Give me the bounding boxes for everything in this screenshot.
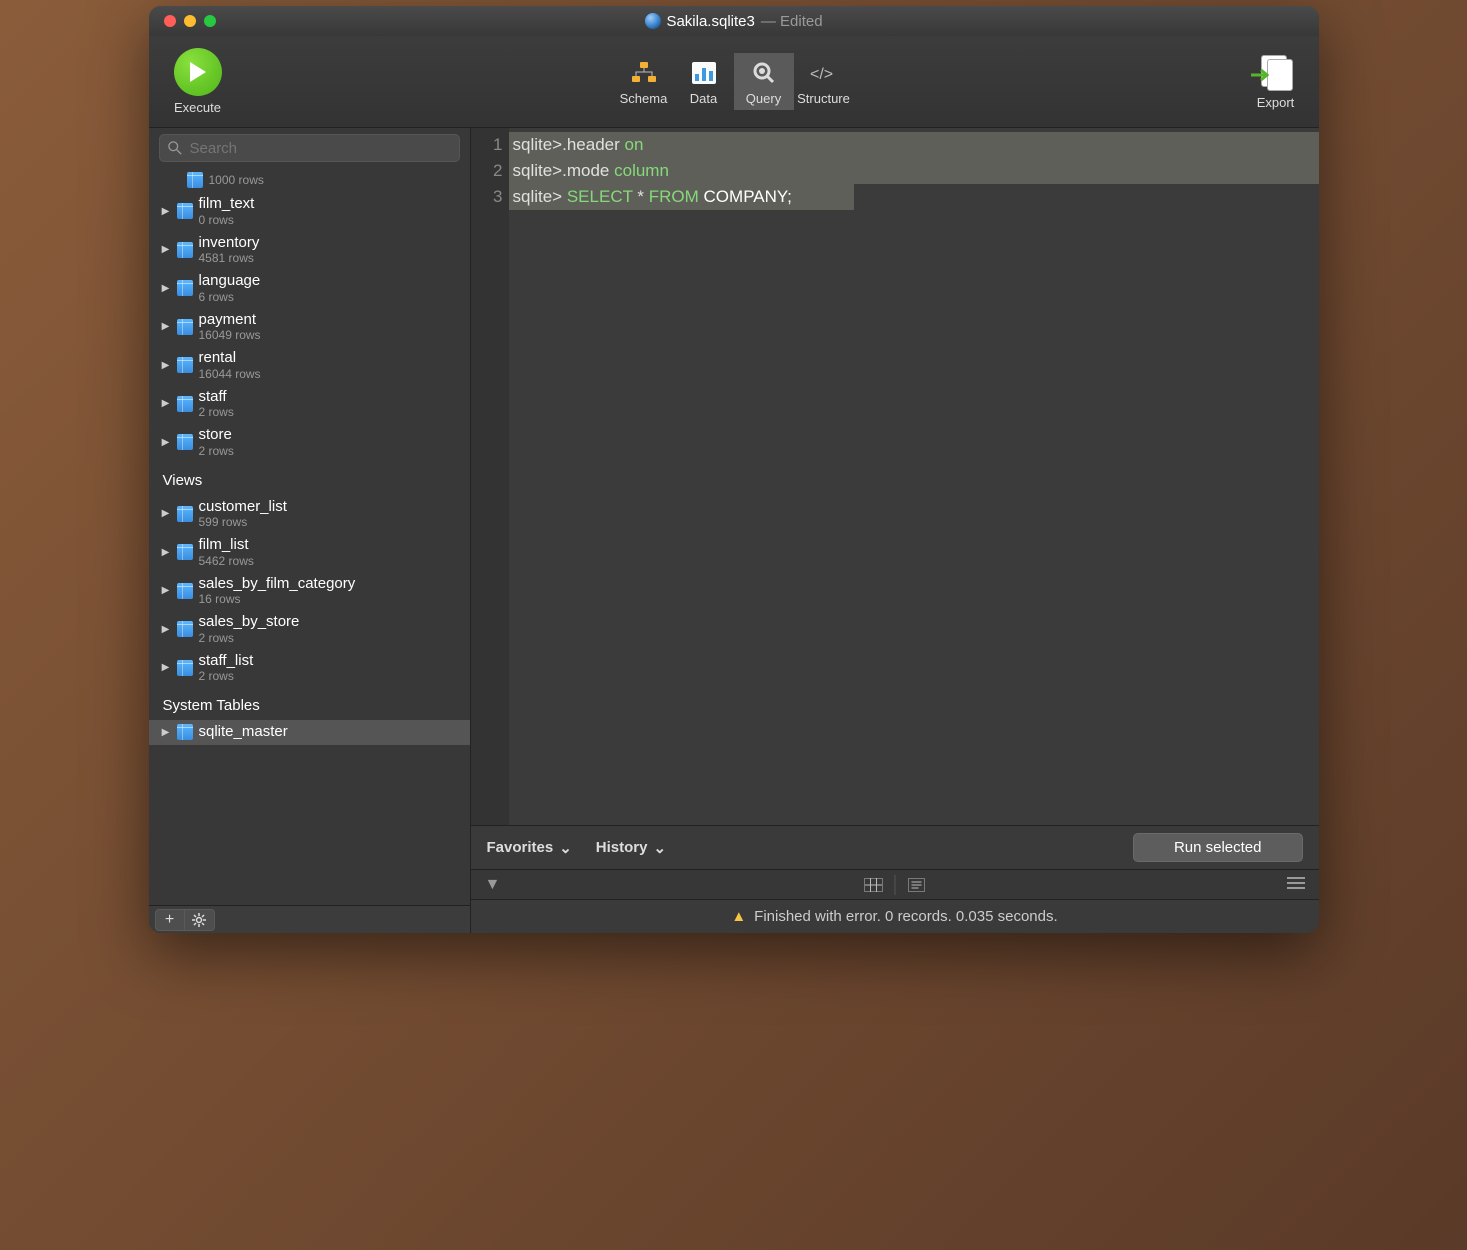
sidebar-item-customer_list[interactable]: ▶ customer_list599 rows [149,495,470,534]
data-icon [690,59,718,87]
settings-button[interactable] [185,909,215,931]
minimize-window-button[interactable] [184,15,196,27]
run-selected-button[interactable]: Run selected [1133,833,1303,862]
sidebar-item-staff[interactable]: ▶ staff2 rows [149,385,470,424]
chevron-down-icon: ⌄ [653,839,666,857]
sidebar-item-sqlite_master[interactable]: ▶ sqlite_master [149,720,470,745]
favorites-dropdown[interactable]: Favorites⌄ [487,839,572,857]
sidebar-item-film_text[interactable]: ▶ film_text0 rows [149,192,470,231]
system-tables-header: System Tables [149,687,470,720]
add-button[interactable]: + [155,909,185,931]
execute-button[interactable] [174,48,222,96]
disclosure-icon[interactable]: ▶ [161,206,171,216]
table-icon [177,319,193,335]
view-structure[interactable]: </> Structure [794,53,854,110]
results-disclosure[interactable]: ▼ [485,876,501,894]
export-icon [1255,53,1297,91]
disclosure-icon[interactable]: ▶ [161,624,171,634]
history-dropdown[interactable]: History⌄ [596,839,666,857]
sidebar-item-staff_list[interactable]: ▶ staff_list2 rows [149,649,470,688]
window-subtitle: — Edited [761,13,823,30]
disclosure-icon[interactable]: ▶ [161,586,171,596]
sidebar-item-inventory[interactable]: ▶ inventory4581 rows [149,231,470,270]
view-schema[interactable]: Schema [614,53,674,110]
table-icon [187,172,203,188]
view-data[interactable]: Data [674,53,734,110]
sidebar-item-rental[interactable]: ▶ rental16044 rows [149,346,470,385]
execute-label: Execute [174,100,221,115]
table-icon [177,434,193,450]
sidebar-item-store[interactable]: ▶ store2 rows [149,423,470,462]
titlebar: Sakila.sqlite3 — Edited [149,6,1319,36]
table-icon [177,583,193,599]
query-icon [750,59,778,87]
table-icon [177,506,193,522]
disclosure-icon[interactable]: ▶ [161,322,171,332]
db-icon [644,13,660,29]
toolbar: Execute Schema Data Query [149,36,1319,128]
disclosure-icon[interactable]: ▶ [161,399,171,409]
view-mode-group: Schema Data Query </> Structure [614,53,854,110]
gear-icon [192,913,206,927]
disclosure-icon[interactable]: ▶ [161,727,171,737]
sidebar-item-sales_by_film_category[interactable]: ▶ sales_by_film_category16 rows [149,572,470,611]
view-query[interactable]: Query [734,53,794,110]
structure-icon: </> [810,59,838,87]
results-toolbar: ▼ [471,869,1319,899]
sidebar-item-payment[interactable]: ▶ payment16049 rows [149,308,470,347]
disclosure-icon[interactable]: ▶ [161,245,171,255]
table-icon [177,660,193,676]
schema-icon [630,59,658,87]
sidebar-item-partial[interactable]: 1000 rows [149,168,470,192]
disclosure-icon[interactable]: ▶ [161,360,171,370]
window-title: Sakila.sqlite3 [666,13,754,30]
table-icon [177,280,193,296]
views-header: Views [149,462,470,495]
results-menu-icon[interactable] [1287,876,1305,894]
sidebar: 1000 rows ▶ film_text0 rows ▶ inventory4… [149,128,471,933]
disclosure-icon[interactable]: ▶ [161,509,171,519]
table-icon [177,544,193,560]
export-button[interactable]: Export [1255,53,1297,110]
warning-icon: ▲ [731,908,746,925]
disclosure-icon[interactable]: ▶ [161,547,171,557]
svg-text:</>: </> [810,66,833,83]
disclosure-icon[interactable]: ▶ [161,283,171,293]
text-view-icon[interactable] [905,876,927,894]
sql-editor[interactable]: 123 sqlite>.header onsqlite>.mode column… [471,128,1319,825]
query-toolbar: Favorites⌄ History⌄ Run selected [471,825,1319,869]
status-bar: ▲ Finished with error. 0 records. 0.035 … [471,899,1319,933]
sidebar-item-sales_by_store[interactable]: ▶ sales_by_store2 rows [149,610,470,649]
status-text: Finished with error. 0 records. 0.035 se… [754,908,1058,925]
sidebar-item-language[interactable]: ▶ language6 rows [149,269,470,308]
close-window-button[interactable] [164,15,176,27]
table-icon [177,242,193,258]
table-view-icon[interactable] [862,876,884,894]
table-icon [177,396,193,412]
search-input[interactable] [159,134,460,162]
disclosure-icon[interactable]: ▶ [161,663,171,673]
app-window: Sakila.sqlite3 — Edited Execute Schema D… [149,6,1319,933]
table-icon [177,203,193,219]
disclosure-icon[interactable]: ▶ [161,437,171,447]
search-icon [168,141,182,155]
chevron-down-icon: ⌄ [559,839,572,857]
table-icon [177,724,193,740]
sidebar-item-film_list[interactable]: ▶ film_list5462 rows [149,533,470,572]
table-icon [177,357,193,373]
maximize-window-button[interactable] [204,15,216,27]
table-icon [177,621,193,637]
